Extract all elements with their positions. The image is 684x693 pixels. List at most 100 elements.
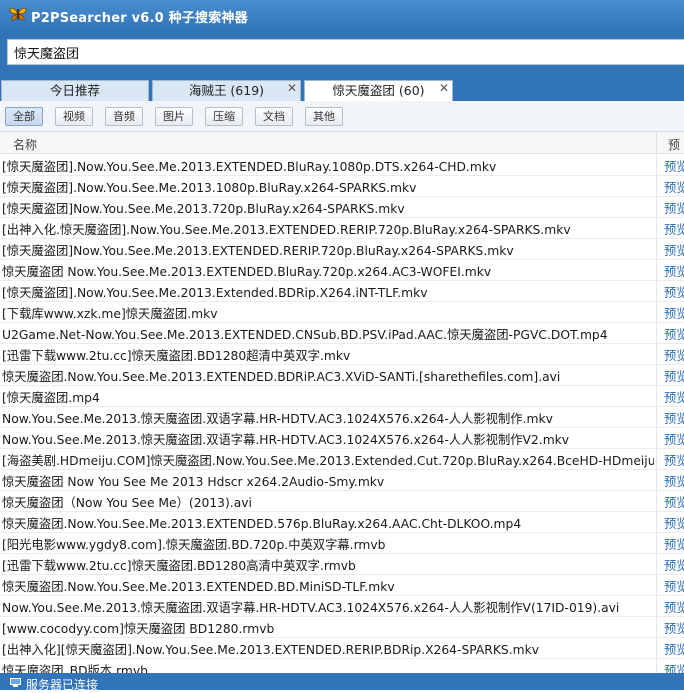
preview-link[interactable]: 预览 — [664, 598, 684, 616]
close-icon[interactable]: ✕ — [439, 78, 449, 98]
table-row[interactable]: [惊天魔盗团].Now.You.See.Me.2013.EXTENDED.Blu… — [0, 155, 684, 176]
preview-link[interactable]: 预览 — [664, 199, 684, 217]
row-divider — [656, 554, 657, 575]
row-divider — [656, 344, 657, 365]
file-name: Now.You.See.Me.2013.惊天魔盗团.双语字幕.HR-HDTV.A… — [2, 433, 570, 447]
preview-link[interactable]: 预览 — [664, 325, 684, 343]
table-row[interactable]: 惊天魔盗团.Now.You.See.Me.2013.EXTENDED.BD.Mi… — [0, 575, 684, 596]
preview-link[interactable]: 预览 — [664, 451, 684, 469]
file-name: [出神入化.惊天魔盗团].Now.You.See.Me.2013.EXTENDE… — [2, 223, 571, 237]
row-divider — [656, 365, 657, 386]
table-row[interactable]: [www.cocodyy.com]惊天魔盗团 BD1280.rmvb 预览 — [0, 617, 684, 638]
preview-link[interactable]: 预览 — [664, 661, 684, 673]
preview-link[interactable]: 预览 — [664, 430, 684, 448]
table-row[interactable]: [迅雷下载www.2tu.cc]惊天魔盗团.BD1280超清中英双字.mkv 预览 — [0, 344, 684, 365]
preview-link[interactable]: 预览 — [664, 157, 684, 175]
search-input[interactable] — [7, 39, 684, 65]
tab-now-you-see-me[interactable]: 惊天魔盗团 (60) ✕ — [304, 80, 453, 101]
file-name: [惊天魔盗团]Now.You.See.Me.2013.720p.BluRay.x… — [2, 202, 405, 216]
file-name: 惊天魔盗团 Now You See Me 2013 Hdscr x264.2Au… — [2, 475, 385, 489]
file-name: Now.You.See.Me.2013.惊天魔盗团.双语字幕.HR-HDTV.A… — [2, 601, 620, 615]
table-row[interactable]: Now.You.See.Me.2013.惊天魔盗团.双语字幕.HR-HDTV.A… — [0, 407, 684, 428]
filter-image-button[interactable]: 图片 — [155, 107, 193, 126]
table-row[interactable]: 惊天魔盗团（Now You See Me）(2013).avi 预览 — [0, 491, 684, 512]
table-row[interactable]: [下载库www.xzk.me]惊天魔盗团.mkv 预览 — [0, 302, 684, 323]
table-row[interactable]: [出神入化.惊天魔盗团].Now.You.See.Me.2013.EXTENDE… — [0, 218, 684, 239]
file-name: 惊天魔盗团_BD版本.rmvb — [2, 664, 148, 673]
filter-bar: 全部 视频 音频 图片 压缩 文档 其他 — [0, 101, 684, 132]
row-divider — [656, 470, 657, 491]
preview-link[interactable]: 预览 — [664, 241, 684, 259]
table-row[interactable]: [惊天魔盗团].Now.You.See.Me.2013.1080p.BluRay… — [0, 176, 684, 197]
table-row[interactable]: 惊天魔盗团 Now.You.See.Me.2013.EXTENDED.BluRa… — [0, 260, 684, 281]
preview-link[interactable]: 预览 — [664, 640, 684, 658]
preview-link[interactable]: 预览 — [664, 472, 684, 490]
preview-link[interactable]: 预览 — [664, 346, 684, 364]
table-row[interactable]: [惊天魔盗团].Now.You.See.Me.2013.Extended.BDR… — [0, 281, 684, 302]
table-row[interactable]: [惊天魔盗团]Now.You.See.Me.2013.720p.BluRay.x… — [0, 197, 684, 218]
close-icon[interactable]: ✕ — [287, 78, 297, 98]
filter-all-button[interactable]: 全部 — [5, 107, 43, 126]
title-bar: P2PSearcher v6.0 种子搜索神器 — [0, 0, 684, 30]
table-row[interactable]: 惊天魔盗团_BD版本.rmvb 预览 — [0, 659, 684, 673]
table-row[interactable]: 惊天魔盗团.Now.You.See.Me.2013.EXTENDED.576p.… — [0, 512, 684, 533]
table-row[interactable]: [惊天魔盗团]Now.You.See.Me.2013.EXTENDED.RERI… — [0, 239, 684, 260]
preview-link[interactable]: 预览 — [664, 577, 684, 595]
filter-document-button[interactable]: 文档 — [255, 107, 293, 126]
preview-link[interactable]: 预览 — [664, 283, 684, 301]
table-row[interactable]: [惊天魔盗团.mp4 预览 — [0, 386, 684, 407]
preview-link[interactable]: 预览 — [664, 178, 684, 196]
column-header-preview[interactable]: 预 — [668, 136, 680, 153]
column-header-name[interactable]: 名称 — [13, 136, 37, 153]
preview-link[interactable]: 预览 — [664, 388, 684, 406]
row-divider — [656, 260, 657, 281]
preview-link[interactable]: 预览 — [664, 556, 684, 574]
connection-icon — [10, 678, 21, 687]
preview-link[interactable]: 预览 — [664, 409, 684, 427]
table-header: 名称 预 — [0, 132, 684, 154]
row-divider — [656, 491, 657, 512]
table-row[interactable]: 惊天魔盗团 Now You See Me 2013 Hdscr x264.2Au… — [0, 470, 684, 491]
file-name: [迅雷下载www.2tu.cc]惊天魔盗团.BD1280高清中英双字.rmvb — [2, 559, 356, 573]
file-name: 惊天魔盗团.Now.You.See.Me.2013.EXTENDED.BDRiP… — [2, 370, 561, 384]
file-name: [海盗美剧.HDmeiju.COM]惊天魔盗团.Now.You.See.Me.2… — [2, 454, 654, 468]
preview-link[interactable]: 预览 — [664, 535, 684, 553]
preview-link[interactable]: 预览 — [664, 304, 684, 322]
table-row[interactable]: [海盗美剧.HDmeiju.COM]惊天魔盗团.Now.You.See.Me.2… — [0, 449, 684, 470]
filter-audio-button[interactable]: 音频 — [105, 107, 143, 126]
preview-link[interactable]: 预览 — [664, 493, 684, 511]
row-divider — [656, 176, 657, 197]
tab-one-piece[interactable]: 海贼王 (619) ✕ — [152, 80, 301, 101]
table-row[interactable]: [出神入化][惊天魔盗团].Now.You.See.Me.2013.EXTEND… — [0, 638, 684, 659]
preview-link[interactable]: 预览 — [664, 220, 684, 238]
table-row[interactable]: [阳光电影www.ygdy8.com].惊天魔盗团.BD.720p.中英双字幕.… — [0, 533, 684, 554]
table-row[interactable]: Now.You.See.Me.2013.惊天魔盗团.双语字幕.HR-HDTV.A… — [0, 428, 684, 449]
row-divider — [656, 659, 657, 673]
filter-archive-button[interactable]: 压缩 — [205, 107, 243, 126]
preview-link[interactable]: 预览 — [664, 514, 684, 532]
file-name: [出神入化][惊天魔盗团].Now.You.See.Me.2013.EXTEND… — [2, 643, 539, 657]
file-name: [惊天魔盗团].Now.You.See.Me.2013.Extended.BDR… — [2, 286, 428, 300]
tab-today-recommend[interactable]: 今日推荐 — [1, 80, 149, 101]
tab-label: 惊天魔盗团 (60) — [332, 83, 425, 98]
file-name: [惊天魔盗团]Now.You.See.Me.2013.EXTENDED.RERI… — [2, 244, 514, 258]
preview-link[interactable]: 预览 — [664, 262, 684, 280]
row-divider — [656, 428, 657, 449]
table-row[interactable]: [迅雷下载www.2tu.cc]惊天魔盗团.BD1280高清中英双字.rmvb 预… — [0, 554, 684, 575]
table-row[interactable]: 惊天魔盗团.Now.You.See.Me.2013.EXTENDED.BDRiP… — [0, 365, 684, 386]
file-name: [迅雷下载www.2tu.cc]惊天魔盗团.BD1280超清中英双字.mkv — [2, 349, 351, 363]
filter-video-button[interactable]: 视频 — [55, 107, 93, 126]
row-divider — [656, 239, 657, 260]
table-row[interactable]: Now.You.See.Me.2013.惊天魔盗团.双语字幕.HR-HDTV.A… — [0, 596, 684, 617]
status-text: 服务器已连接 — [26, 678, 99, 692]
row-divider — [656, 617, 657, 638]
column-divider[interactable] — [656, 132, 657, 154]
tab-label: 海贼王 (619) — [188, 83, 265, 98]
search-area — [0, 30, 684, 78]
filter-other-button[interactable]: 其他 — [305, 107, 343, 126]
file-name: Now.You.See.Me.2013.惊天魔盗团.双语字幕.HR-HDTV.A… — [2, 412, 553, 426]
preview-link[interactable]: 预览 — [664, 367, 684, 385]
row-divider — [656, 281, 657, 302]
preview-link[interactable]: 预览 — [664, 619, 684, 637]
table-row[interactable]: U2Game.Net-Now.You.See.Me.2013.EXTENDED.… — [0, 323, 684, 344]
